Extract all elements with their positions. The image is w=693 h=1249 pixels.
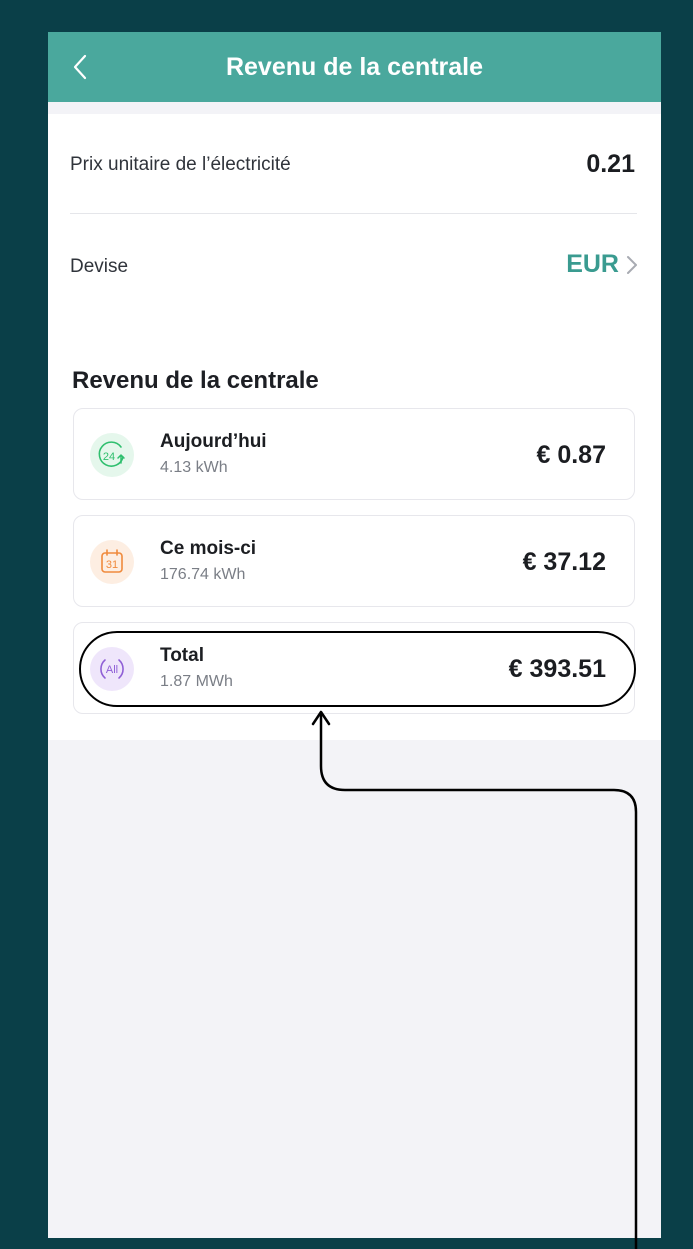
pointer-arrow bbox=[319, 714, 638, 1249]
highlight-outline bbox=[79, 631, 636, 707]
annotation-overlay bbox=[79, 631, 638, 1249]
